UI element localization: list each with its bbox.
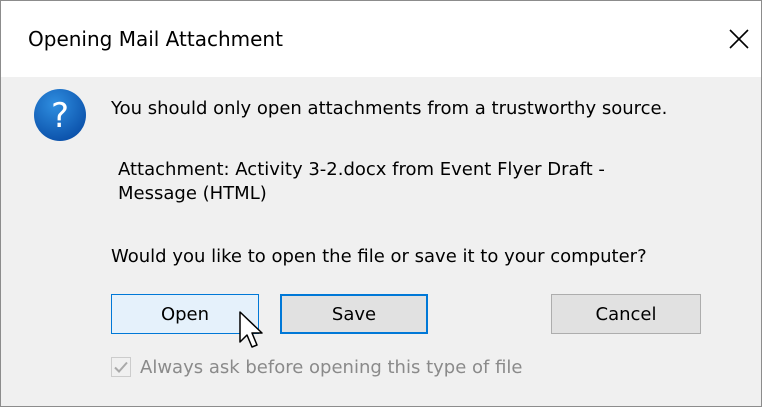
close-icon xyxy=(729,29,749,49)
title-bar: Opening Mail Attachment xyxy=(1,1,761,77)
warning-message: You should only open attachments from a … xyxy=(111,98,668,119)
svg-text:?: ? xyxy=(51,96,69,136)
open-button[interactable]: Open xyxy=(111,294,259,334)
always-ask-checkbox-row[interactable]: Always ask before opening this type of f… xyxy=(111,355,522,379)
close-button[interactable] xyxy=(717,15,761,63)
attachment-info-line-2: Message (HTML) xyxy=(118,183,267,204)
attachment-info-line-1: Attachment: Activity 3-2.docx from Event… xyxy=(118,159,605,180)
dialog-title: Opening Mail Attachment xyxy=(28,27,283,51)
opening-mail-attachment-dialog: Opening Mail Attachment ? You should onl… xyxy=(0,0,762,407)
save-button[interactable]: Save xyxy=(280,294,428,334)
cancel-button[interactable]: Cancel xyxy=(551,294,701,334)
always-ask-checkbox-label: Always ask before opening this type of f… xyxy=(140,356,523,378)
always-ask-checkbox[interactable] xyxy=(111,357,131,377)
question-icon: ? xyxy=(32,87,88,143)
checkmark-icon xyxy=(114,361,128,373)
open-or-save-question: Would you like to open the file or save … xyxy=(111,246,647,267)
